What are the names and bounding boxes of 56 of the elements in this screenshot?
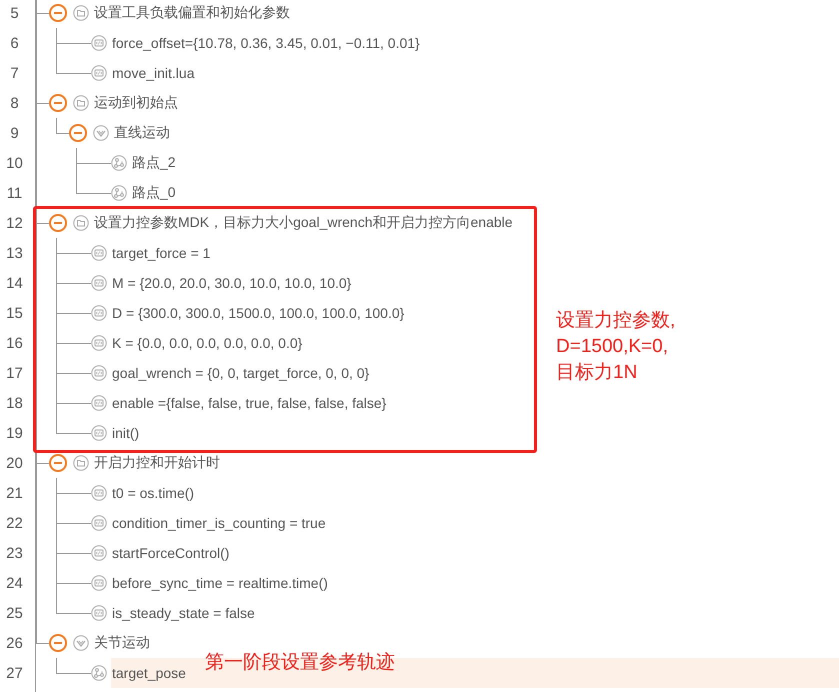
collapse-toggle[interactable] <box>69 124 87 142</box>
waypoint-icon <box>111 185 127 201</box>
tree-item[interactable]: goal_wrench = {0, 0, target_force, 0, 0, 0} <box>111 358 370 388</box>
tree-item[interactable]: t0 = os.time() <box>111 478 194 508</box>
tree-item[interactable]: startForceControl() <box>111 538 230 568</box>
tree-item[interactable]: target_force = 1 <box>111 238 210 268</box>
tree-item[interactable]: 设置力控参数MDK，目标力大小goal_wrench和开启力控方向enable <box>93 208 513 238</box>
collapse-toggle[interactable] <box>49 4 67 22</box>
code-icon <box>91 365 107 381</box>
tree-connector <box>36 0 49 28</box>
code-icon <box>91 605 107 621</box>
tree-item[interactable]: target_pose <box>111 658 186 688</box>
code-icon <box>91 545 107 561</box>
line-number: 27 <box>0 658 36 688</box>
code-icon <box>91 425 107 441</box>
code-icon <box>91 35 107 51</box>
tree-item[interactable]: before_sync_time = realtime.time() <box>111 568 328 598</box>
tree-item[interactable]: condition_timer_is_counting = true <box>111 508 326 538</box>
waypoint-icon <box>91 665 107 681</box>
tree-item[interactable]: move_init.lua <box>111 58 194 88</box>
waypoint-icon <box>111 155 127 171</box>
tree-item[interactable]: 直线运动 <box>113 118 170 148</box>
tree-item[interactable]: 开启力控和开始计时 <box>93 448 220 478</box>
collapse-toggle[interactable] <box>49 634 67 652</box>
annotation-note: 设置力控参数, D=1500,K=0, 目标力1N <box>556 309 676 385</box>
code-icon <box>91 485 107 501</box>
check-icon <box>73 635 89 651</box>
tree-item[interactable]: 路点_0 <box>131 178 176 208</box>
tree-item[interactable]: 运动到初始点 <box>93 88 178 118</box>
tree-item[interactable]: init() <box>111 418 140 448</box>
folder-icon <box>73 95 89 111</box>
folder-icon <box>73 5 89 21</box>
code-icon <box>91 305 107 321</box>
folder-icon <box>73 215 89 231</box>
tree-item[interactable]: 设置工具负载偏置和初始化参数 <box>93 0 290 28</box>
code-icon <box>91 575 107 591</box>
tree-item[interactable]: 路点_2 <box>131 148 176 178</box>
tree-item[interactable]: M = {20.0, 20.0, 30.0, 10.0, 10.0, 10.0} <box>111 268 352 298</box>
tree-item[interactable]: 关节运动 <box>93 628 150 658</box>
code-icon <box>91 65 107 81</box>
code-icon <box>91 275 107 291</box>
collapse-toggle[interactable] <box>49 214 67 232</box>
folder-icon <box>73 455 89 471</box>
annotation-note: 第一阶段设置参考轨迹 <box>205 651 395 675</box>
collapse-toggle[interactable] <box>49 454 67 472</box>
check-icon <box>93 125 109 141</box>
code-icon <box>91 245 107 261</box>
code-icon <box>91 515 107 531</box>
tree-item[interactable]: force_offset={10.78, 0.36, 3.45, 0.01, −0.11, 0.01} <box>111 28 420 58</box>
tree-item[interactable]: D = {300.0, 300.0, 1500.0, 100.0, 100.0, 100.0} <box>111 298 404 328</box>
tree-item[interactable]: K = {0.0, 0.0, 0.0, 0.0, 0.0, 0.0} <box>111 328 302 358</box>
tree-item[interactable]: is_steady_state = false <box>111 598 255 628</box>
code-icon <box>91 335 107 351</box>
collapse-toggle[interactable] <box>49 94 67 112</box>
code-icon <box>91 395 107 411</box>
tree-item[interactable]: enable ={false, false, true, false, false, false} <box>111 388 386 418</box>
